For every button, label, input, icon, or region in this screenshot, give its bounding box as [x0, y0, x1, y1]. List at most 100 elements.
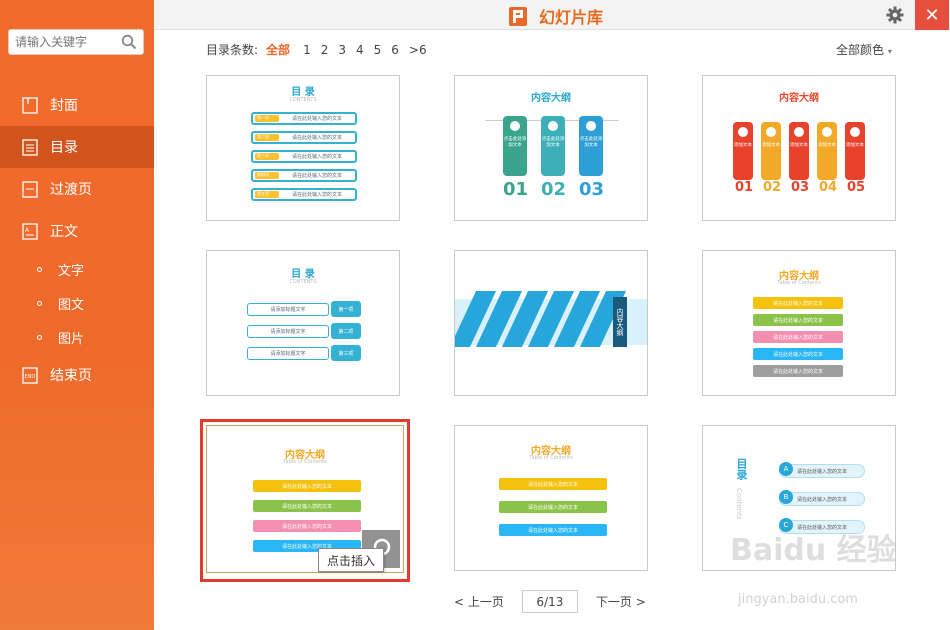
hanger-number: 04 — [819, 180, 838, 195]
filter-option-3[interactable]: 3 — [338, 43, 346, 57]
bullet-icon — [37, 334, 42, 340]
page-indicator[interactable]: 6/13 — [521, 590, 578, 613]
door-hanger: 点击此处添加文本 — [541, 116, 565, 176]
template-card-6[interactable]: 内容大纲 Table of Contents 请在此处输入您的文本 请在此处输入… — [702, 250, 896, 396]
hanger-text: 点击此处添加文本 — [579, 137, 603, 148]
sidebar-item-toc[interactable]: 目录 — [0, 126, 154, 168]
template-card-4[interactable]: 目 录 CONTENTS 请添加标题文字 第一项 请添加标题文字 第二项 请添加… — [206, 250, 400, 396]
color-filter-dropdown[interactable]: 全部颜色 ▾ — [836, 41, 892, 58]
row-text: 请在此处输入您的文本 — [291, 192, 342, 198]
template-card-5[interactable]: 内容大纲 — [454, 250, 648, 396]
template-card-2[interactable]: 内容大纲 点击此处添加文本 点击此处添加文本 点击此处添加文本 01 02 03 — [454, 75, 648, 221]
search-box[interactable] — [8, 29, 144, 55]
sidebar-item-end[interactable]: END 结束页 — [0, 354, 154, 396]
hanger-hole — [510, 121, 520, 131]
hanger-number: 01 — [503, 179, 529, 200]
toc-bar: 请在此处输入您的文本 — [753, 297, 843, 309]
hanger-text: 点击此处添加文本 — [503, 137, 527, 148]
pagination: < 上一页 6/13 下一页 > — [454, 590, 646, 613]
sidebar-item-transition[interactable]: 过渡页 — [0, 168, 154, 210]
toc-bar: 请在此处输入您的文本 — [253, 520, 361, 532]
sidebar-subitem-text[interactable]: 文字 — [0, 252, 154, 286]
hanger-hole — [766, 127, 776, 137]
close-button[interactable]: ✕ — [915, 0, 949, 30]
window-title: 幻灯片库 — [509, 4, 603, 28]
card-subtitle: CONTENTS — [289, 279, 317, 285]
vertical-label: 内容大纲 — [613, 297, 627, 347]
row-tag-label: 第五项 — [257, 191, 269, 196]
hanger-number: 03 — [579, 179, 605, 200]
chevron-left-icon: < — [454, 595, 468, 609]
chevron-right-icon: > — [631, 595, 646, 609]
template-card-1[interactable]: 目 录 CONTENTS 第一项 请在此处输入您的文本 第二项 请在此处输入您的文本… — [206, 75, 400, 221]
hanger-hole — [586, 121, 596, 131]
door-hanger: 点击此处添加文本 — [579, 116, 603, 176]
sidebar-item-cover[interactable]: 封面 — [0, 84, 154, 126]
row-tag-label: 第二项 — [257, 134, 269, 139]
row-tag-label: 第一项 — [257, 115, 269, 120]
row-text: 请添加标题文字 — [270, 351, 306, 357]
door-hanger: 添加文本 — [789, 122, 809, 180]
card-title: 内容大纲 — [779, 93, 819, 104]
toc-row: 请添加标题文字 — [247, 325, 329, 338]
filter-option-2[interactable]: 2 — [321, 43, 329, 57]
filter-label: 目录条数: — [206, 43, 259, 57]
svg-text:A: A — [25, 227, 30, 234]
toc-row: 第三项 请在此处输入您的文本 — [251, 150, 357, 163]
template-card-8[interactable]: 内容大纲 Table of Contents 请在此处输入您的文本 请在此处输入… — [454, 425, 648, 571]
svg-text:END: END — [25, 374, 36, 380]
card-subtitle: Contents — [735, 488, 743, 520]
sidebar-item-label: 正文 — [50, 224, 78, 240]
toc-bar: 请在此处输入您的文本 — [253, 500, 361, 512]
template-card-3[interactable]: 内容大纲 添加文本 添加文本 添加文本 添加文本 添加文本 01 02 03 0… — [702, 75, 896, 221]
sidebar-subitem-image[interactable]: 图片 — [0, 320, 154, 354]
color-filter-label: 全部颜色 — [836, 43, 885, 57]
toc-row: 第五项 请在此处输入您的文本 — [251, 188, 357, 201]
card-subtitle: CONTENTS — [289, 97, 317, 103]
toc-bar: 请在此处输入您的文本 — [753, 365, 843, 377]
filter-option-1[interactable]: 1 — [303, 43, 311, 57]
filter-option-more-than-6[interactable]: >6 — [409, 43, 427, 57]
sidebar-subitem-label: 图片 — [58, 331, 85, 347]
search-input[interactable] — [9, 30, 114, 54]
sidebar-item-label: 目录 — [50, 140, 78, 156]
hanger-number: 01 — [735, 180, 754, 195]
row-text: 请在此处输入您的文本 — [291, 154, 342, 160]
gear-icon[interactable] — [886, 6, 904, 24]
toc-bar: 请在此处输入您的文本 — [753, 331, 843, 343]
sidebar-nav: 封面 目录 过渡页 A 正文 文字 图文 图片 END 结束页 — [0, 84, 154, 396]
next-page-button[interactable]: 下一页 > — [596, 593, 646, 610]
filter-option-all[interactable]: 全部 — [266, 41, 290, 58]
hanger-hole — [822, 127, 832, 137]
toc-bar: 请在此处输入您的文本 — [753, 314, 843, 326]
hanger-number: 02 — [541, 179, 567, 200]
filter-option-5[interactable]: 5 — [374, 43, 382, 57]
row-tag: 第一项 — [331, 301, 361, 317]
bullet-icon — [37, 266, 42, 272]
row-tag-label: 第二项 — [338, 328, 354, 335]
filter-option-6[interactable]: 6 — [391, 43, 399, 57]
door-hanger: 添加文本 — [817, 122, 837, 180]
search-icon[interactable] — [121, 34, 137, 50]
sidebar-item-body[interactable]: A 正文 — [0, 210, 154, 252]
sidebar-item-label: 过渡页 — [50, 182, 92, 198]
sidebar-subitem-label: 文字 — [58, 263, 85, 279]
prev-page-button[interactable]: < 上一页 — [454, 593, 504, 610]
door-hanger: 点击此处添加文本 — [503, 116, 527, 176]
toc-count-filter: 目录条数: 全部 1 2 3 4 5 6 >6 — [206, 41, 437, 58]
prev-page-label: 上一页 — [467, 595, 504, 609]
toc-row: 第四项 请在此处输入您的文本 — [251, 169, 357, 182]
row-text: 请添加标题文字 — [270, 307, 306, 313]
cover-icon — [21, 96, 39, 114]
toc-bar: 请在此处输入您的文本 — [753, 348, 843, 360]
sidebar-subitem-image-text[interactable]: 图文 — [0, 286, 154, 320]
next-page-label: 下一页 — [595, 595, 632, 609]
sidebar-item-label: 封面 — [50, 98, 78, 114]
insert-tooltip: 点击插入 — [318, 548, 385, 572]
filter-option-4[interactable]: 4 — [356, 43, 364, 57]
transition-icon — [21, 180, 39, 198]
row-text: 请在此处输入您的文本 — [291, 173, 342, 179]
hanger-hole — [850, 127, 860, 137]
slide-library-window: 封面 目录 过渡页 A 正文 文字 图文 — [0, 0, 950, 630]
toc-row: 第一项 请在此处输入您的文本 — [251, 112, 357, 125]
